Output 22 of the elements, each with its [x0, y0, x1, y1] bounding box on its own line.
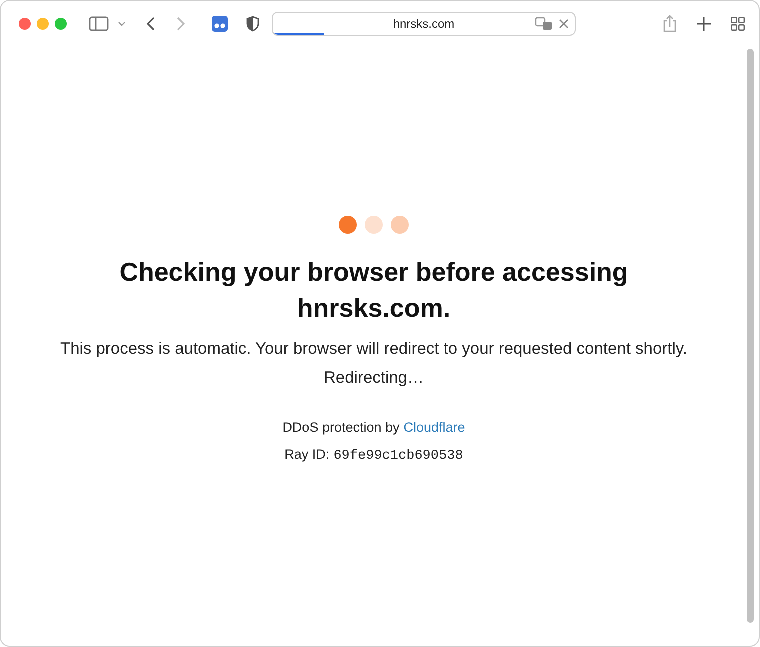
plus-icon[interactable] [697, 17, 711, 31]
protection-text: DDoS protection by [282, 420, 400, 435]
forward-icon[interactable] [176, 16, 186, 32]
chevron-down-icon[interactable] [118, 21, 126, 27]
tabs-overview-icon[interactable] [731, 17, 745, 31]
ray-id-value: 69fe99c1cb690538 [334, 449, 464, 464]
translate-icon[interactable] [535, 17, 553, 31]
zoom-button[interactable] [55, 18, 67, 30]
sidebar-icon[interactable] [89, 16, 109, 32]
back-icon[interactable] [146, 16, 156, 32]
scrollbar-thumb[interactable] [747, 49, 754, 623]
close-icon[interactable] [559, 19, 569, 29]
close-button[interactable] [19, 18, 31, 30]
cloudflare-link[interactable]: Cloudflare [404, 420, 466, 435]
status-text: Redirecting… [324, 369, 424, 388]
share-icon[interactable] [663, 15, 677, 33]
address-field[interactable]: hnrsks.com [272, 12, 576, 36]
shield-icon[interactable] [246, 16, 260, 32]
ray-id-label: Ray ID: [284, 447, 330, 462]
page-heading: Checking your browser before accessing hnrsks.com. [118, 256, 630, 325]
message-text: This process is automatic. Your browser will redirect to your requested content shortly. [60, 340, 688, 359]
extension-icon[interactable] [212, 16, 228, 32]
